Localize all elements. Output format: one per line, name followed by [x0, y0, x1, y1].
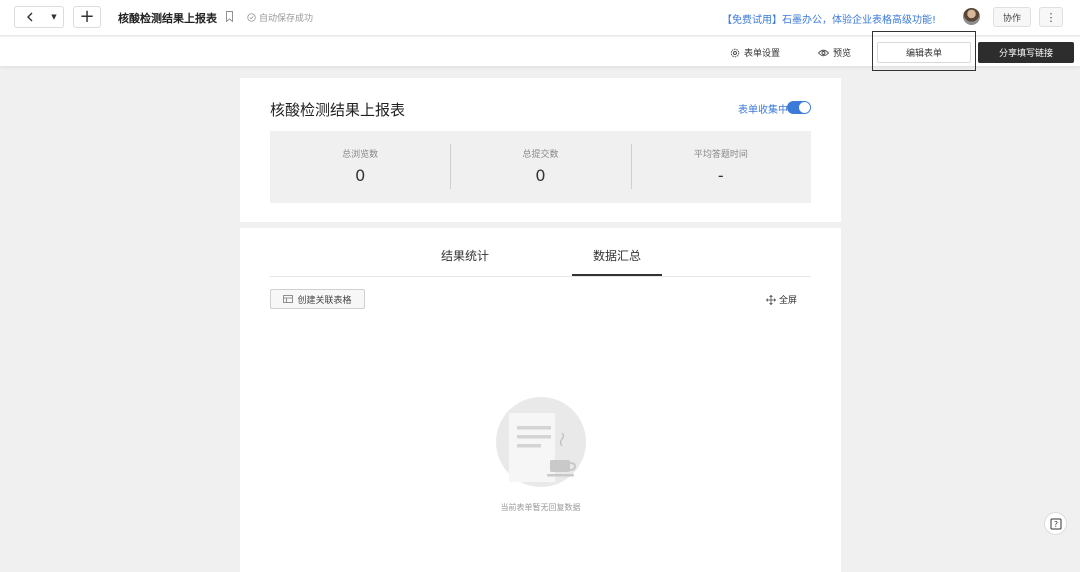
tab-statistics[interactable]: 结果统计: [441, 247, 489, 264]
collect-toggle[interactable]: [787, 101, 811, 114]
back-button[interactable]: [15, 7, 45, 27]
help-button[interactable]: ?: [1044, 512, 1067, 535]
promo-link[interactable]: 【免费试用】石墨办公，体验企业表格高级功能!: [722, 11, 936, 26]
stat-submissions: 总提交数 0: [450, 131, 630, 203]
more-button[interactable]: ⋮: [1039, 7, 1063, 27]
fullscreen-label: 全屏: [779, 296, 798, 306]
table-icon: [283, 295, 294, 303]
fullscreen-button[interactable]: 全屏: [766, 293, 797, 306]
chevron-left-icon: [27, 12, 33, 22]
stat-views: 总浏览数 0: [270, 131, 450, 203]
svg-text:?: ?: [1054, 520, 1058, 529]
new-button[interactable]: +: [73, 6, 101, 28]
form-settings-button[interactable]: 表单设置: [730, 46, 780, 59]
results-card: 结果统计 数据汇总 创建关联表格 全屏 当前表单暂无回复数据: [240, 228, 841, 572]
help-icon: ?: [1050, 518, 1061, 529]
navigation-group: ▼: [14, 6, 64, 28]
stat-label: 平均答题时间: [693, 150, 748, 160]
stat-label: 总浏览数: [342, 150, 379, 160]
preview-label: 预览: [833, 49, 852, 59]
form-settings-label: 表单设置: [744, 49, 781, 59]
eye-icon: [818, 49, 829, 56]
empty-state-text: 当前表单暂无回复数据: [500, 503, 581, 512]
avatar[interactable]: [963, 8, 980, 25]
stat-value: 0: [535, 166, 546, 185]
stat-value: -: [717, 166, 724, 185]
gear-icon: [730, 48, 740, 57]
top-bar: ▼ + 核酸检测结果上报表 自动保存成功 【免费试用】石墨办公，体验企业表格高级…: [0, 0, 1080, 36]
stat-avg-time: 平均答题时间 -: [630, 131, 811, 203]
plus-icon: +: [79, 6, 95, 27]
active-tab-underline: [572, 274, 662, 276]
preview-button[interactable]: 预览: [818, 46, 851, 59]
form-toolbar: 表单设置 预览 编辑表单 分享填写链接: [0, 37, 1080, 66]
stat-value: 0: [355, 166, 366, 185]
empty-state-illustration: [496, 397, 586, 487]
save-status: 自动保存成功: [247, 11, 313, 24]
save-status-text: 自动保存成功: [259, 14, 314, 24]
form-title: 核酸检测结果上报表: [270, 101, 406, 119]
stats-panel: 总浏览数 0 总提交数 0 平均答题时间 -: [270, 131, 811, 203]
create-linked-table-label: 创建关联表格: [297, 295, 352, 306]
check-circle-icon: [247, 13, 256, 22]
caret-down-icon: ▼: [51, 13, 57, 21]
document-title[interactable]: 核酸检测结果上报表: [118, 10, 217, 26]
form-overview-card: 核酸检测结果上报表 表单收集中 总浏览数 0 总提交数 0 平均答题时间 -: [240, 78, 841, 222]
collaborate-button[interactable]: 协作: [993, 7, 1031, 27]
toggle-knob: [799, 102, 810, 113]
move-icon: [766, 294, 776, 305]
tab-data-summary[interactable]: 数据汇总: [593, 247, 641, 264]
create-linked-table-button[interactable]: 创建关联表格: [270, 289, 365, 309]
collect-status-label: 表单收集中: [738, 105, 788, 116]
stat-label: 总提交数: [522, 150, 559, 160]
history-dropdown[interactable]: ▼: [45, 7, 63, 27]
bookmark-icon[interactable]: [226, 11, 233, 22]
results-tabs: 结果统计 数据汇总: [270, 228, 811, 277]
share-link-button[interactable]: 分享填写链接: [978, 42, 1074, 63]
edit-form-button[interactable]: 编辑表单: [877, 42, 971, 63]
